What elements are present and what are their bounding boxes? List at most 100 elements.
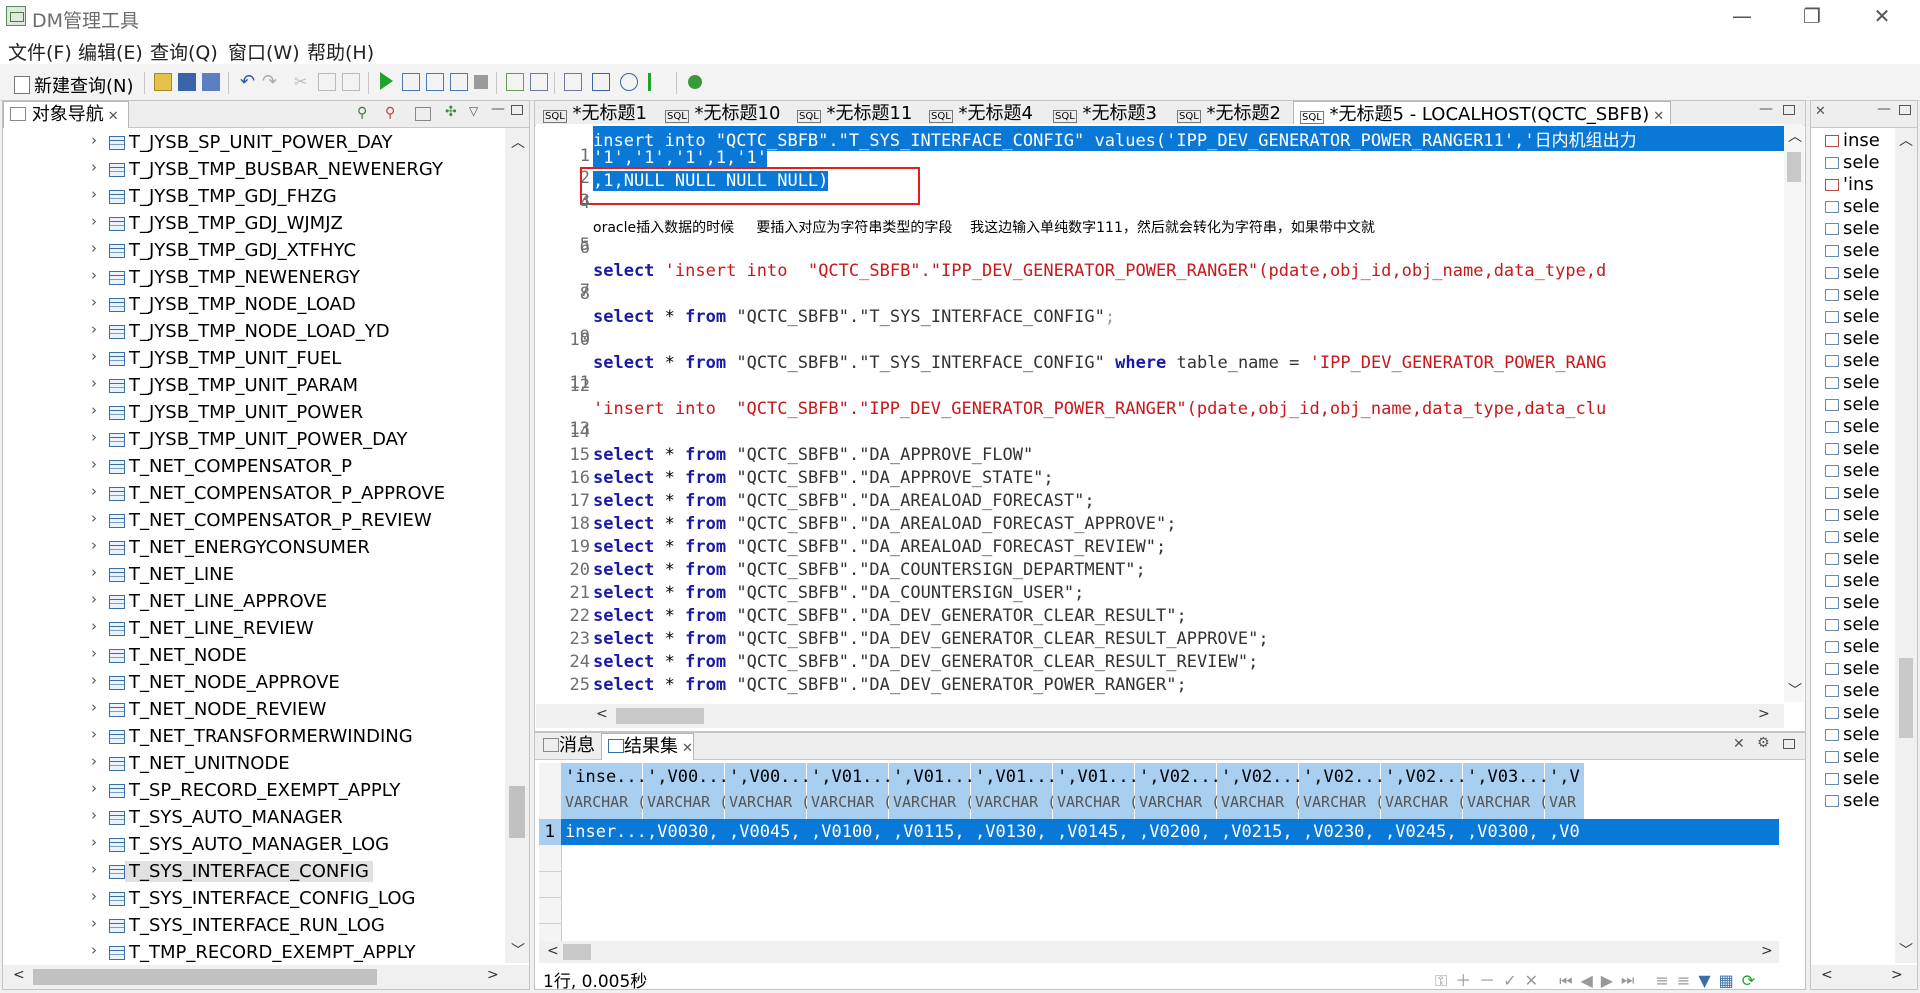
scroll-thumb[interactable] (1787, 152, 1801, 182)
chevron-right-icon[interactable]: › (91, 293, 97, 311)
tree-item[interactable]: › T_NET_LINE_REVIEW (3, 616, 499, 643)
tree-item[interactable]: › T_TMP_RECORD_EXEMPT_APPLY (3, 940, 499, 963)
results-hscrollbar[interactable]: < > (539, 941, 1779, 963)
editor-hscrollbar[interactable]: < > (536, 704, 1784, 728)
minimize-panel-icon[interactable]: — (1877, 101, 1891, 117)
maximize-panel-icon[interactable] (1899, 105, 1911, 115)
table-cell[interactable]: ,V0 (1545, 819, 1585, 845)
table-cell[interactable]: ,V0045, (725, 819, 807, 845)
table-cell[interactable]: ,V0100, (807, 819, 889, 845)
tab-result-set[interactable]: 结果集 ✕ (601, 733, 694, 760)
run-icon[interactable] (380, 72, 393, 90)
menu-window[interactable]: 窗口(W) (228, 38, 300, 65)
hscroll-thumb[interactable] (33, 969, 377, 985)
chevron-right-icon[interactable]: › (91, 860, 97, 878)
scroll-up-icon[interactable]: ︿ (1788, 126, 1802, 146)
tab-object-navigator[interactable]: 对象导航 ✕ (3, 101, 129, 128)
chevron-right-icon[interactable]: › (91, 725, 97, 743)
tab-untitled-5-active[interactable]: SQL *无标题5 - LOCALHOST(QCTC_SBFB) ✕ (1293, 101, 1672, 126)
sort-desc-icon[interactable]: ≡ (1677, 971, 1698, 989)
format-icon[interactable] (564, 73, 582, 91)
tree-item[interactable]: › T_JYSB_TMP_UNIT_FUEL (3, 346, 499, 373)
chevron-right-icon[interactable]: › (91, 914, 97, 932)
restore-button[interactable]: ❐ (1782, 0, 1842, 34)
tree-item[interactable]: › T_JYSB_TMP_BUSBAR_NEWENERGY (3, 157, 499, 184)
export-icon[interactable]: ▦ (1719, 971, 1742, 989)
scroll-left-icon[interactable]: < (1821, 967, 1833, 983)
chevron-right-icon[interactable]: › (91, 212, 97, 230)
column-header[interactable]: ',V02... VARCHAR ( (1135, 763, 1221, 819)
tree-item[interactable]: › T_NET_LINE (3, 562, 499, 589)
cut-icon[interactable]: ✂ (294, 73, 312, 91)
tree-item[interactable]: › T_SYS_AUTO_MANAGER (3, 805, 499, 832)
copy-icon[interactable] (318, 73, 336, 91)
maximize-panel-icon[interactable] (511, 105, 523, 115)
column-header[interactable]: ',V01... VARCHAR ( (1053, 763, 1139, 819)
table-cell[interactable]: ,V0145, (1053, 819, 1135, 845)
tree-item[interactable]: › T_NET_TRANSFORMERWINDING (3, 724, 499, 751)
chevron-right-icon[interactable]: › (91, 671, 97, 689)
column-header[interactable]: ',V03... VARCHAR ( (1463, 763, 1549, 819)
add-row-icon[interactable]: ＋ (1455, 971, 1479, 989)
close-icon[interactable]: ✕ (1815, 104, 1826, 119)
tree-item[interactable]: › T_NET_LINE_APPROVE (3, 589, 499, 616)
step-icon[interactable] (648, 73, 666, 91)
tree-item[interactable]: › T_NET_ENERGYCONSUMER (3, 535, 499, 562)
scroll-thumb[interactable] (509, 786, 525, 838)
delete-row-icon[interactable]: － (1479, 971, 1503, 989)
chevron-right-icon[interactable]: › (91, 833, 97, 851)
menu-edit[interactable]: 编辑(E) (78, 38, 143, 65)
chevron-right-icon[interactable]: › (91, 401, 97, 419)
tree-item[interactable]: › T_NET_COMPENSATOR_P (3, 454, 499, 481)
chevron-right-icon[interactable]: › (91, 887, 97, 905)
cancel-icon[interactable]: ✕ (1525, 971, 1546, 989)
column-header[interactable]: ',V02... VARCHAR ( (1299, 763, 1385, 819)
chevron-right-icon[interactable]: › (91, 590, 97, 608)
column-header[interactable]: ',V01... VARCHAR ( (889, 763, 975, 819)
chevron-right-icon[interactable]: › (91, 752, 97, 770)
chevron-right-icon[interactable]: › (91, 131, 97, 149)
menu-file[interactable]: 文件(F) (8, 38, 72, 65)
tab-messages[interactable]: 消息 (537, 733, 595, 759)
column-header[interactable]: ',V01... VARCHAR ( (971, 763, 1057, 819)
rollback-icon[interactable] (530, 73, 548, 91)
menu-help[interactable]: 帮助(H) (307, 38, 374, 65)
scroll-right-icon[interactable]: > (1761, 943, 1773, 959)
chevron-right-icon[interactable]: › (91, 482, 97, 500)
tree-item[interactable]: › T_NET_UNITNODE (3, 751, 499, 778)
tree-item[interactable]: › T_SYS_INTERFACE_RUN_LOG (3, 913, 499, 940)
chevron-right-icon[interactable]: › (91, 266, 97, 284)
explain-icon[interactable] (426, 73, 444, 91)
tree-item[interactable]: › T_NET_NODE_REVIEW (3, 697, 499, 724)
stop-icon[interactable] (474, 75, 488, 89)
scroll-down-icon[interactable]: ﹀ (1788, 680, 1802, 700)
close-results-icon[interactable]: ✕ (1733, 736, 1745, 752)
table-cell[interactable]: ,V0030, (643, 819, 725, 845)
chevron-right-icon[interactable]: › (91, 185, 97, 203)
scroll-thumb[interactable] (1899, 658, 1913, 738)
scroll-right-icon[interactable]: > (1891, 967, 1903, 983)
chevron-right-icon[interactable]: › (91, 158, 97, 176)
undo-icon[interactable]: ↶ (240, 73, 258, 91)
tree-item[interactable]: › T_JYSB_SP_UNIT_POWER_DAY (3, 130, 499, 157)
chevron-right-icon[interactable]: › (91, 428, 97, 446)
result-grid[interactable]: 1 'inse... VARCHAR (',V00... VARCHAR (',V0… (539, 763, 1779, 943)
grid-icon[interactable] (592, 73, 610, 91)
chevron-right-icon[interactable]: › (91, 455, 97, 473)
tree-item[interactable]: › T_SYS_INTERFACE_CONFIG (3, 859, 499, 886)
history-hscrollbar[interactable]: < > (1811, 965, 1917, 989)
first-page-icon[interactable]: ⏮ (1559, 971, 1580, 989)
table-row[interactable]: inser... ,V0030, ,V0045, ,V0100, ,V0115, ,V01… (561, 819, 1779, 845)
tree-item[interactable]: › T_JYSB_TMP_GDJ_FHZG (3, 184, 499, 211)
chevron-right-icon[interactable]: › (91, 239, 97, 257)
table-cell[interactable]: ,V0115, (889, 819, 971, 845)
table-cell[interactable]: inser... (561, 819, 643, 845)
sort-asc-icon[interactable]: ≡ (1656, 971, 1677, 989)
filter-icon[interactable]: ✣ (445, 104, 457, 120)
hscroll-thumb[interactable] (563, 944, 591, 960)
paste-icon[interactable] (342, 73, 360, 91)
disconnect-icon[interactable]: ⚲ (385, 105, 395, 121)
column-header[interactable]: ',V01... VARCHAR ( (807, 763, 893, 819)
commit-icon[interactable] (506, 73, 524, 91)
table-cell[interactable]: ,V0130, (971, 819, 1053, 845)
